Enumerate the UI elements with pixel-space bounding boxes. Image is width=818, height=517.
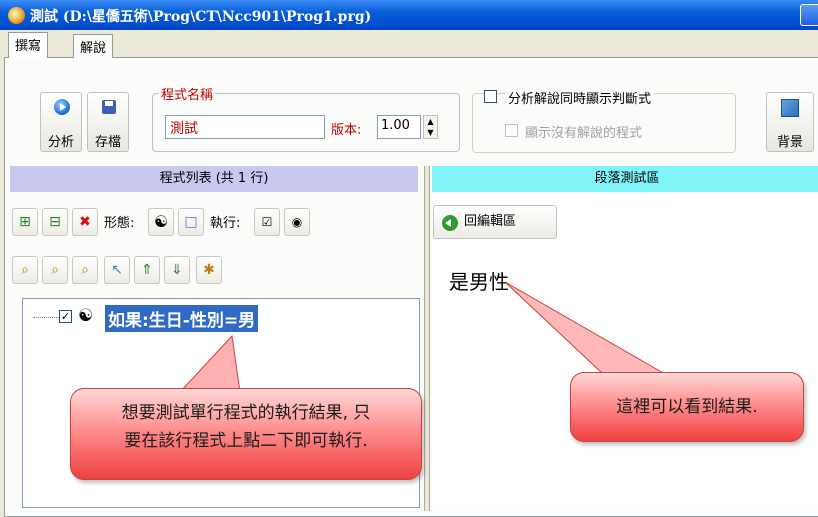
version-input[interactable]: 1.00 <box>377 115 421 139</box>
paragraph-test-header: 段落測試區 <box>432 166 818 192</box>
show-unexplained-label: 顯示沒有解說的程式 <box>525 126 643 141</box>
show-unexplained-checkbox[interactable] <box>505 124 518 137</box>
tab-write[interactable]: 撰寫 <box>8 32 49 58</box>
sync-display-label: 分析解說同時顯示判斷式 <box>505 88 655 107</box>
execute-check-icon[interactable]: ☑ <box>254 208 280 236</box>
form-label: 形態: <box>104 216 135 231</box>
background-button[interactable]: 背景 <box>766 92 814 152</box>
left-callout-line1: 想要測試單行程式的執行結果, 只 <box>121 403 371 423</box>
find-next-icon[interactable]: ⌕ <box>42 256 68 284</box>
execute-radio-icon[interactable]: ◉ <box>284 208 310 236</box>
result-text: 是男性 <box>449 270 509 294</box>
play-icon <box>54 99 70 115</box>
right-callout: 這裡可以看到結果. <box>570 372 804 442</box>
minimize-button[interactable] <box>800 4 818 26</box>
yin-yang-icon: ☯ <box>78 306 94 326</box>
tree-item-checkbox[interactable]: ✓ <box>59 310 72 323</box>
append-line-icon[interactable]: ⊟ <box>42 208 68 236</box>
app-icon <box>8 7 25 24</box>
program-name-input[interactable]: 測試 <box>165 115 325 139</box>
replace-icon[interactable]: ⌕ <box>72 256 98 284</box>
save-button[interactable]: 存檔 <box>87 92 129 152</box>
sync-display-checkbox[interactable] <box>484 90 497 103</box>
program-list-header: 程式列表 (共 1 行) <box>10 166 418 192</box>
window-title: 測試 (D:\星僑五術\Prog\CT\Ncc901\Prog1.prg) <box>30 9 372 25</box>
blank-square-icon[interactable]: □ <box>178 208 204 236</box>
save-label: 存檔 <box>94 135 121 150</box>
left-callout-line2: 要在該行程式上點二下即可執行. <box>124 431 368 451</box>
back-arrow-icon <box>442 215 458 231</box>
version-spinner[interactable]: ▲ ▼ <box>423 115 438 139</box>
floppy-disk-icon <box>102 100 116 114</box>
delete-icon[interactable]: ✖ <box>72 208 98 236</box>
tree-connector <box>33 317 59 318</box>
analyze-button[interactable]: 分析 <box>40 92 82 152</box>
analyze-label: 分析 <box>47 135 74 150</box>
yin-yang-icon[interactable]: ☯ <box>148 208 174 236</box>
move-down-icon[interactable]: ⇓ <box>164 256 190 284</box>
tree-item[interactable]: 如果:生日-性別=男 <box>105 305 259 332</box>
insert-line-icon[interactable]: ⊞ <box>12 208 38 236</box>
program-name-legend: 程式名稱 <box>161 88 214 103</box>
back-to-edit-label: 回編輯區 <box>464 214 517 229</box>
background-label: 背景 <box>776 135 803 150</box>
picture-icon <box>781 99 799 117</box>
execute-label: 執行: <box>210 216 241 231</box>
left-callout: 想要測試單行程式的執行結果, 只 要在該行程式上點二下即可執行. <box>70 388 422 480</box>
back-to-edit-button[interactable]: 回編輯區 <box>433 205 557 239</box>
search-icon[interactable]: ⌕ <box>12 256 38 284</box>
tools-icon[interactable]: ✱ <box>196 256 222 284</box>
move-up-icon[interactable]: ⇑ <box>134 256 160 284</box>
panel-splitter[interactable] <box>424 166 430 511</box>
tab-explain[interactable]: 解說 <box>73 34 114 58</box>
select-icon[interactable]: ↖ <box>104 256 130 284</box>
version-label: 版本: <box>331 123 362 138</box>
